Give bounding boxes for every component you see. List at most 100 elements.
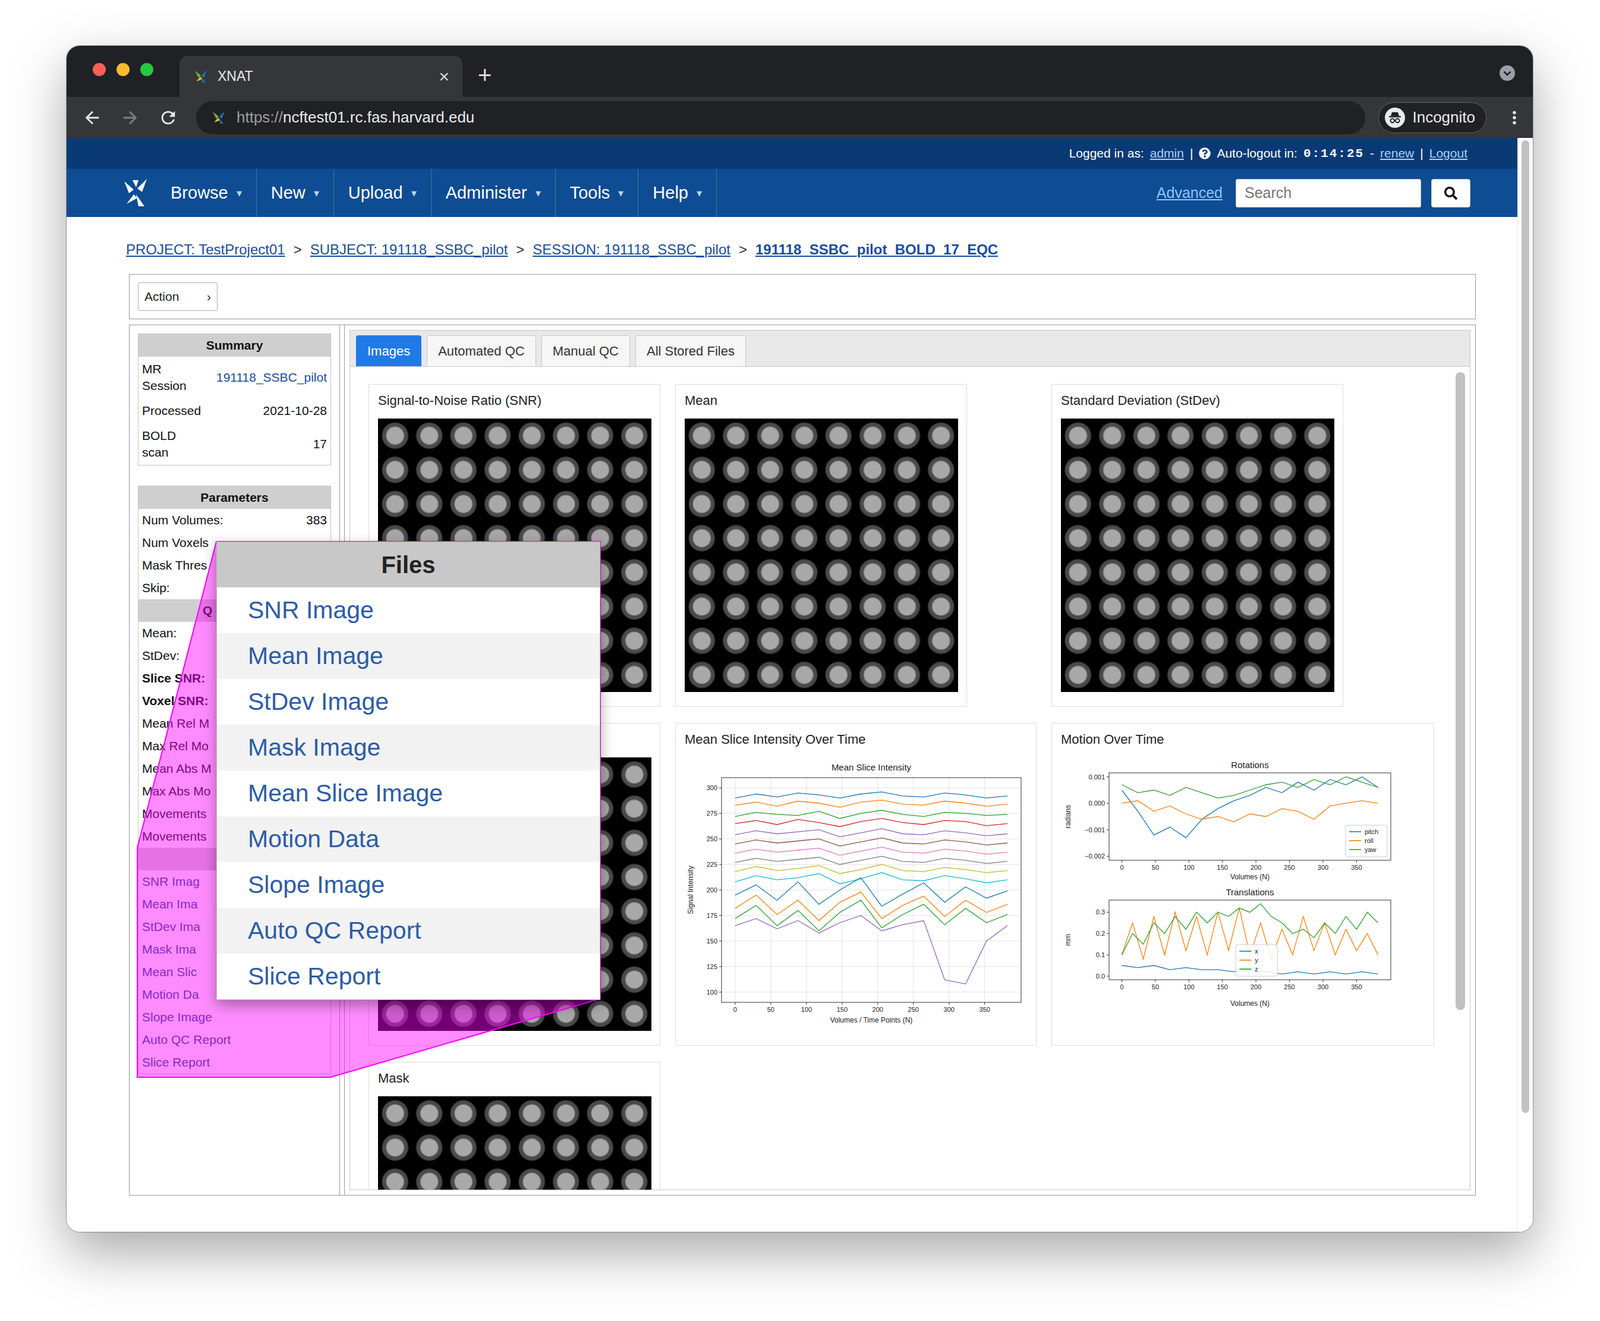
x-tick: 100	[801, 1002, 812, 1013]
search-input[interactable]	[1235, 178, 1422, 208]
callout-file-link[interactable]: StDev Image	[216, 678, 600, 725]
forward-arrow-icon[interactable]	[120, 107, 141, 128]
svg-text:0: 0	[1119, 863, 1124, 871]
scrollbar[interactable]	[1455, 372, 1466, 1010]
xnat-logo[interactable]	[120, 168, 152, 217]
mosaic-image[interactable]	[378, 1095, 652, 1190]
file-link[interactable]: Slope Image	[142, 1008, 213, 1026]
new-tab-button[interactable]: +	[477, 63, 492, 87]
file-link[interactable]: Mean Slic	[142, 963, 197, 981]
scrollbar-thumb[interactable]	[1455, 372, 1466, 1010]
svg-text:0: 0	[733, 1005, 737, 1013]
plot-frame	[1109, 772, 1391, 861]
grid-line	[770, 777, 771, 1003]
reload-icon[interactable]	[158, 107, 179, 128]
file-link[interactable]: Mask Ima	[142, 940, 197, 958]
callout-file-link[interactable]: Mean Image	[216, 632, 600, 679]
zoom-window-button[interactable]	[140, 63, 154, 77]
breadcrumb-link[interactable]: PROJECT: TestProject01	[126, 241, 286, 258]
callout-file-link[interactable]: Mask Image	[216, 724, 600, 771]
logout-link[interactable]: Logout	[1429, 146, 1468, 161]
breadcrumb-link[interactable]: 191118_SSBC_pilot_BOLD_17_EQC	[755, 241, 998, 258]
user-link[interactable]: admin	[1150, 146, 1184, 161]
file-row: Slope Image	[138, 1005, 331, 1029]
svg-text:50: 50	[767, 1005, 775, 1013]
nav-item[interactable]: Administer▾	[431, 168, 556, 217]
action-button[interactable]: Action›	[137, 282, 218, 311]
incognito-badge[interactable]: Incognito	[1378, 102, 1487, 134]
y-tick: 0.001	[1088, 773, 1110, 781]
callout-file-link[interactable]: SNR Image	[216, 587, 600, 633]
nav-item[interactable]: Help▾	[638, 168, 717, 217]
action-label: Action	[144, 289, 179, 304]
grid-line	[721, 965, 1022, 967]
tab[interactable]: Automated QC	[426, 335, 537, 367]
breadcrumb-link[interactable]: SESSION: 191118_SSBC_pilot	[532, 241, 731, 258]
y-tick: 300	[706, 783, 722, 792]
file-link[interactable]: Mean Ima	[142, 895, 198, 913]
page-viewport: Logged in as:admin|Auto-logout in:0:14:2…	[66, 137, 1533, 1232]
y-axis-label: mm	[1063, 933, 1073, 946]
minimize-window-button[interactable]	[116, 63, 130, 77]
advanced-search-link[interactable]: Advanced	[1156, 184, 1223, 202]
renew-link[interactable]: renew	[1380, 146, 1414, 161]
breadcrumb-separator: >	[515, 241, 525, 258]
page-scrollbar[interactable]	[1517, 137, 1533, 1232]
plot-frame	[1109, 899, 1391, 980]
browser-window: XNAT× + https://ncftest01.rc.fas.harvard.e…	[66, 45, 1533, 1232]
nav-item[interactable]: Browse▾	[156, 168, 257, 217]
file-link[interactable]: SNR Imag	[142, 873, 200, 890]
x-tick: 0	[1119, 979, 1124, 991]
row-label: Mask Thres	[142, 556, 207, 574]
file-link[interactable]: Slice Report	[142, 1053, 210, 1071]
file-link[interactable]: Auto QC Report	[142, 1031, 231, 1048]
action-bar: Action›	[128, 273, 1476, 320]
tab-search-icon[interactable]	[1498, 64, 1517, 83]
tab[interactable]: Manual QC	[541, 335, 631, 367]
callout-file-link[interactable]: Mean Slice Image	[216, 770, 600, 817]
search-button[interactable]	[1431, 178, 1471, 208]
address-bar[interactable]: https://ncftest01.rc.fas.harvard.edu	[196, 101, 1366, 135]
callout-file-link[interactable]: Slice Report	[216, 953, 600, 1000]
close-window-button[interactable]	[92, 63, 106, 77]
browser-tab[interactable]: XNAT×	[179, 55, 463, 97]
callout-file-link[interactable]: Auto QC Report	[216, 907, 600, 954]
nav-right: Advanced	[1156, 168, 1471, 217]
file-link[interactable]: Motion Da	[142, 986, 200, 1003]
svg-text:300: 300	[706, 783, 718, 792]
nav-label: Tools	[569, 183, 611, 203]
dash: -	[1369, 146, 1375, 161]
y-tick: 250	[706, 835, 722, 843]
back-arrow-icon[interactable]	[82, 107, 103, 128]
svg-text:250: 250	[1283, 983, 1295, 991]
logout-timer: 0:14:25	[1303, 146, 1365, 161]
nav-item[interactable]: New▾	[256, 168, 335, 217]
grid-line	[912, 777, 914, 1003]
x-axis-label: Volumes (N)	[1230, 872, 1270, 881]
y-tick: 100	[706, 988, 722, 996]
svg-text:175: 175	[706, 911, 718, 919]
plot: Mean Slice Intensity05010015020025030035…	[686, 761, 1022, 1025]
chart-card: Mean Slice Intensity Over TimeMean Slice…	[675, 722, 1037, 1046]
row-label: Movements	[142, 805, 207, 822]
callout-file-link[interactable]: Motion Data	[216, 816, 600, 862]
row-label: MR Session	[142, 360, 204, 395]
panel-header: Summary	[138, 334, 331, 357]
x-tick: 100	[1183, 860, 1195, 871]
mosaic-image[interactable]	[684, 418, 959, 692]
tab-close-button[interactable]: ×	[438, 67, 450, 86]
callout-file-link[interactable]: Slope Image	[216, 861, 600, 908]
kebab-menu-icon[interactable]	[1504, 107, 1525, 128]
row-label: StDev:	[142, 647, 180, 664]
row-value[interactable]: 191118_SSBC_pilot	[216, 369, 327, 386]
tab[interactable]: All Stored Files	[635, 335, 746, 367]
series-line	[735, 891, 1008, 921]
nav-item[interactable]: Tools▾	[555, 168, 639, 217]
tab[interactable]: Images	[356, 335, 422, 367]
file-link[interactable]: StDev Ima	[142, 918, 201, 935]
nav-item[interactable]: Upload▾	[334, 168, 432, 217]
breadcrumb-link[interactable]: SUBJECT: 191118_SSBC_pilot	[310, 241, 509, 258]
scrollbar-thumb[interactable]	[1521, 140, 1530, 1113]
svg-text:125: 125	[706, 962, 718, 970]
mosaic-image[interactable]	[1060, 418, 1335, 692]
